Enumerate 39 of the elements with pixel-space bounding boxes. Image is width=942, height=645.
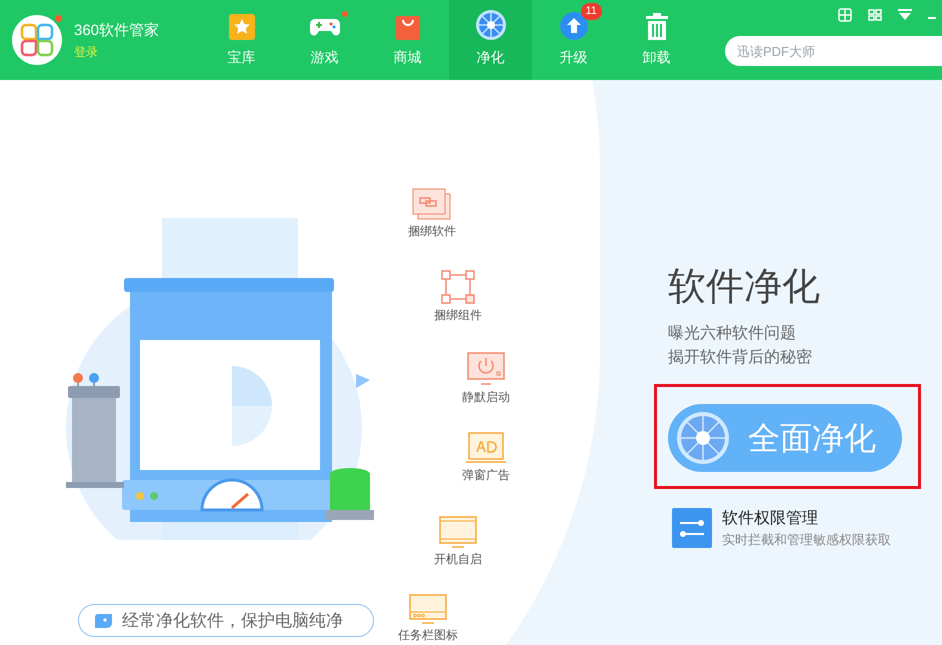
monitor-taskbar-icon <box>409 594 447 624</box>
feature-label: 捆绑软件 <box>408 225 456 237</box>
monitor-power-icon <box>467 352 505 386</box>
dropdown-icon[interactable] <box>898 9 912 21</box>
ad-window-icon <box>466 432 506 464</box>
monitor-icon <box>439 516 477 548</box>
hint-text: 经常净化软件，保护电脑纯净 <box>122 610 343 632</box>
skin-icon[interactable] <box>868 8 882 22</box>
nav-tab[interactable]: 宝库 <box>200 0 283 80</box>
nav-tab[interactable]: 商城 <box>366 0 449 80</box>
grid-icon[interactable] <box>838 8 852 22</box>
panel-title: 软件净化 <box>668 268 820 306</box>
sliders-icon <box>672 508 712 548</box>
shopping-bag-icon <box>394 13 422 41</box>
leaf-icon <box>95 614 112 628</box>
feature-label: 捆绑组件 <box>434 309 482 321</box>
trash-icon <box>644 13 668 41</box>
linked-windows-icon <box>412 188 452 220</box>
feature-label: 弹窗广告 <box>462 469 510 481</box>
nav-tab[interactable]: 卸载 <box>615 0 698 80</box>
connected-squares-icon <box>441 270 475 304</box>
search-field[interactable]: 迅读PDF大师 <box>725 36 942 66</box>
nav-tab[interactable]: 11 升级 <box>532 0 615 80</box>
fan-icon <box>676 411 730 465</box>
clean-all-button[interactable]: 全面净化 <box>668 404 902 472</box>
nav-tab[interactable]: 净化 <box>449 0 532 80</box>
permission-subtitle: 实时拦截和管理敏感权限获取 <box>722 532 891 546</box>
count-badge: 11 <box>580 3 602 20</box>
feature-label: 开机自启 <box>434 553 482 565</box>
nav-tab[interactable]: 游戏 <box>283 0 366 80</box>
panel-subtitle: 曝光六种软件问题 <box>668 324 797 344</box>
app-title: 360软件管家 <box>74 22 160 38</box>
fan-icon <box>474 9 506 41</box>
feature-label: 静默启动 <box>462 391 510 403</box>
permission-title[interactable]: 软件权限管理 <box>722 510 891 526</box>
login-link[interactable]: 登录 <box>74 46 160 58</box>
panel-subtitle: 揭开软件背后的秘密 <box>668 348 813 368</box>
flower-logo-icon <box>12 15 62 65</box>
feature-label: 任务栏图标 <box>398 629 458 641</box>
